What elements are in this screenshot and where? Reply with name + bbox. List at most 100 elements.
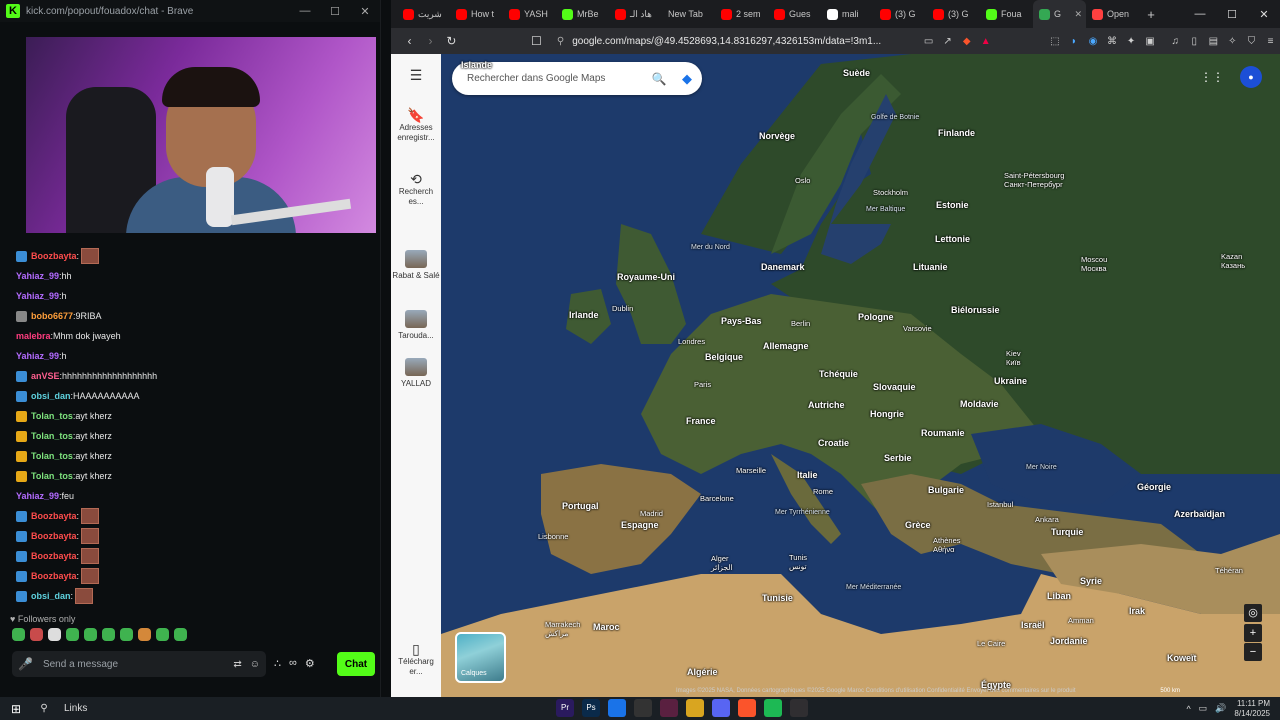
- browser-tab[interactable]: Foua: [980, 0, 1033, 28]
- browser-tab[interactable]: (3) G: [927, 0, 980, 28]
- chat-username[interactable]: Boozbayta: [31, 251, 77, 261]
- user-badge-icon[interactable]: [16, 470, 27, 482]
- city-label[interactable]: Istanbul: [987, 500, 1013, 509]
- country-label[interactable]: Koweït: [1167, 653, 1197, 663]
- emote-button[interactable]: [102, 628, 115, 641]
- city-label[interactable]: Le Caire: [977, 639, 1005, 648]
- chat-username[interactable]: Tolan_tos: [31, 411, 73, 421]
- user-badge-icon[interactable]: [16, 430, 27, 442]
- screen-icon[interactable]: ▭: [919, 36, 938, 47]
- country-label[interactable]: Syrie: [1080, 576, 1102, 586]
- country-label[interactable]: France: [686, 416, 716, 426]
- layers-button[interactable]: Calques: [455, 632, 506, 683]
- chat-username[interactable]: malebra: [16, 331, 51, 341]
- chat-username[interactable]: Yahiaz_99: [16, 271, 59, 281]
- user-badge-icon[interactable]: [16, 370, 27, 382]
- send-chat-button[interactable]: Chat: [337, 652, 375, 676]
- chat-username[interactable]: Yahiaz_99: [16, 291, 59, 301]
- infinity-icon[interactable]: ∞: [289, 657, 297, 670]
- browser-tab[interactable]: How t: [450, 0, 503, 28]
- country-label[interactable]: Autriche: [808, 400, 845, 410]
- city-label[interactable]: Marrakech مراكش: [545, 620, 580, 638]
- close-button[interactable]: ✕: [1248, 8, 1280, 21]
- user-badge-icon[interactable]: [16, 450, 27, 462]
- country-label[interactable]: Pays-Bas: [721, 316, 762, 326]
- country-label[interactable]: Espagne: [621, 520, 659, 530]
- country-label[interactable]: Israël: [1021, 620, 1045, 630]
- emote-button[interactable]: [138, 628, 151, 641]
- emote-button[interactable]: [66, 628, 79, 641]
- country-label[interactable]: Suède: [843, 68, 870, 78]
- city-label[interactable]: Stockholm: [873, 188, 908, 197]
- account-avatar[interactable]: ●: [1240, 66, 1262, 88]
- country-label[interactable]: Islande: [461, 60, 492, 70]
- country-label[interactable]: Liban: [1047, 591, 1071, 601]
- sidebar-icon[interactable]: ▯: [1185, 36, 1204, 47]
- chat-username[interactable]: obsi_dan: [31, 591, 71, 601]
- chat-username[interactable]: Tolan_tos: [31, 451, 73, 461]
- chat-username[interactable]: Yahiaz_99: [16, 351, 59, 361]
- country-label[interactable]: Croatie: [818, 438, 849, 448]
- city-label[interactable]: Madrid: [640, 509, 663, 518]
- city-label[interactable]: Varsovie: [903, 324, 932, 333]
- user-badge-icon[interactable]: [16, 410, 27, 422]
- app-icon[interactable]: [608, 699, 626, 717]
- city-label[interactable]: Marseille: [736, 466, 766, 475]
- vpn-icon[interactable]: ⛉: [1242, 36, 1261, 47]
- city-label[interactable]: Rome: [813, 487, 833, 496]
- browser-tab[interactable]: Open: [1086, 0, 1139, 28]
- wallet-icon[interactable]: ▤: [1204, 36, 1223, 47]
- country-label[interactable]: Moldavie: [960, 399, 999, 409]
- address-bar[interactable]: ⚲ google.com/maps/@49.4528693,14.8316297…: [557, 31, 919, 51]
- city-label[interactable]: Berlin: [791, 319, 810, 328]
- user-badge-icon[interactable]: [16, 250, 27, 262]
- emote-button[interactable]: [30, 628, 43, 641]
- emote-button[interactable]: [120, 628, 133, 641]
- extension-icon[interactable]: ⬚: [1045, 36, 1064, 47]
- browser-tab[interactable]: هاد الـ: [609, 0, 662, 28]
- user-badge-icon[interactable]: [16, 510, 27, 522]
- city-label[interactable]: Saint-Pétersbourg Санкт-Петербург: [1004, 171, 1064, 189]
- city-label[interactable]: Londres: [678, 337, 705, 346]
- city-label[interactable]: Lisbonne: [538, 532, 568, 541]
- city-label[interactable]: Ankara: [1035, 515, 1059, 524]
- photoshop-icon[interactable]: Ps: [582, 699, 600, 717]
- file-explorer-icon[interactable]: [686, 699, 704, 717]
- puzzle-icon[interactable]: ✦: [1122, 36, 1141, 47]
- country-label[interactable]: Jordanie: [1050, 636, 1088, 646]
- brave-shield-icon[interactable]: ◆: [957, 36, 976, 47]
- user-badge-icon[interactable]: [16, 590, 27, 602]
- chat-username[interactable]: Boozbayta: [31, 551, 77, 561]
- city-label[interactable]: Athènes Αθήνα: [933, 536, 961, 554]
- share-icon[interactable]: ↗: [938, 36, 957, 47]
- chat-username[interactable]: Yahiaz_99: [16, 491, 59, 501]
- directions-icon[interactable]: ◆: [672, 71, 702, 87]
- volume-icon[interactable]: 🔊: [1215, 703, 1226, 714]
- mic-icon[interactable]: 🎤: [18, 657, 33, 671]
- country-label[interactable]: Ukraine: [994, 376, 1027, 386]
- close-tab-icon[interactable]: ✕: [1074, 9, 1082, 20]
- browser-tab[interactable]: شريت: [397, 0, 450, 28]
- city-label[interactable]: Barcelone: [700, 494, 734, 503]
- obs-icon[interactable]: [790, 699, 808, 717]
- browser-tab[interactable]: YASH: [503, 0, 556, 28]
- city-label[interactable]: Oslo: [795, 176, 810, 185]
- download-app-button[interactable]: ▯ Télécharg er...: [391, 642, 441, 677]
- clock[interactable]: 11:11 PM 8/14/2025: [1234, 699, 1270, 719]
- country-label[interactable]: Finlande: [938, 128, 975, 138]
- city-label[interactable]: Alger الجزائر: [711, 554, 733, 572]
- city-label[interactable]: Téhéran: [1215, 566, 1243, 575]
- app-icon[interactable]: [660, 699, 678, 717]
- country-label[interactable]: Belgique: [705, 352, 743, 362]
- country-label[interactable]: Hongrie: [870, 409, 904, 419]
- my-location-button[interactable]: ◎: [1244, 604, 1262, 622]
- recent-place-2[interactable]: Tarouda...: [391, 310, 441, 341]
- new-tab-button[interactable]: +: [1139, 7, 1163, 22]
- user-badge-icon[interactable]: [16, 550, 27, 562]
- site-info-icon[interactable]: ⚲: [557, 36, 564, 47]
- audio-icon[interactable]: ◗: [1064, 36, 1083, 47]
- country-label[interactable]: Pologne: [858, 312, 894, 322]
- emote-button[interactable]: [174, 628, 187, 641]
- music-icon[interactable]: ♫: [1166, 36, 1185, 47]
- spotify-icon[interactable]: [764, 699, 782, 717]
